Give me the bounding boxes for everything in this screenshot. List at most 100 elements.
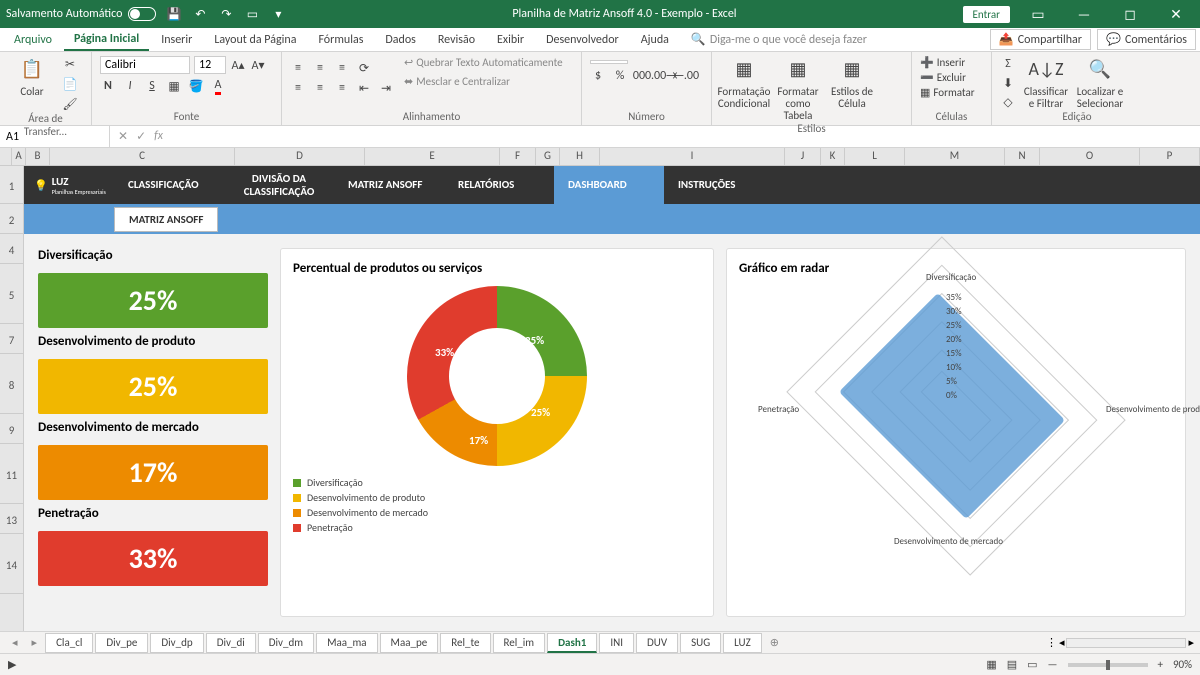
dashnav-item[interactable]: MATRIZ ANSOFF: [334, 166, 444, 204]
row-header[interactable]: 2: [0, 204, 23, 234]
row-header[interactable]: 1: [0, 166, 23, 204]
sheet-tab[interactable]: DUV: [636, 633, 678, 653]
worksheet-content[interactable]: 💡 LUZPlanilhas Empresariais CLASSIFICAÇÃ…: [24, 166, 1200, 631]
col-header[interactable]: I: [600, 148, 785, 165]
sort-filter-button[interactable]: A↓ZClassificar e Filtrar: [1022, 56, 1070, 110]
fill-color-icon[interactable]: 🪣: [188, 78, 204, 94]
name-box[interactable]: A1: [0, 126, 110, 147]
format-painter-icon[interactable]: 🖌: [62, 96, 78, 112]
row-header[interactable]: 5: [0, 264, 23, 324]
new-sheet-icon[interactable]: ⊕: [764, 636, 785, 649]
increase-decimal-icon[interactable]: .00→: [656, 68, 672, 84]
touch-icon[interactable]: ▭: [244, 6, 260, 22]
hscroll-left-icon[interactable]: ◂: [1059, 636, 1065, 649]
increase-indent-icon[interactable]: ⇥: [378, 80, 394, 96]
view-normal-icon[interactable]: ▦: [986, 658, 996, 671]
row-header[interactable]: 7: [0, 324, 23, 354]
menu-data[interactable]: Dados: [375, 30, 425, 50]
tab-nav-prev-icon[interactable]: ▸: [26, 636, 44, 649]
menu-help[interactable]: Ajuda: [631, 30, 679, 50]
merge-center-button[interactable]: ⬌ Mesclar e Centralizar: [404, 75, 563, 88]
sheet-tab[interactable]: Dash1: [547, 633, 597, 653]
align-middle-icon[interactable]: ≡: [312, 60, 328, 76]
fx-icon[interactable]: fx: [154, 129, 163, 144]
autosum-icon[interactable]: Σ: [1000, 56, 1016, 72]
clear-icon[interactable]: ◇: [1000, 94, 1016, 110]
menu-developer[interactable]: Desenvolvedor: [536, 30, 629, 50]
sheet-tab[interactable]: INI: [599, 633, 634, 653]
bold-icon[interactable]: N: [100, 78, 116, 94]
sheet-tab[interactable]: Rel_te: [440, 633, 490, 653]
format-table-button[interactable]: ▦Formatar como Tabela: [774, 56, 822, 122]
share-button[interactable]: 📤 Compartilhar: [990, 29, 1091, 50]
format-cells-button[interactable]: ▦ Formatar: [920, 86, 983, 99]
save-icon[interactable]: 💾: [166, 6, 182, 22]
menu-pagelayout[interactable]: Layout da Página: [204, 30, 306, 50]
tell-me-search[interactable]: 🔍 Diga-me o que você deseja fazer: [691, 32, 867, 47]
row-header[interactable]: 9: [0, 414, 23, 444]
conditional-formatting-button[interactable]: ▦Formatação Condicional: [720, 56, 768, 110]
align-bottom-icon[interactable]: ≡: [334, 60, 350, 76]
row-header[interactable]: 13: [0, 504, 23, 534]
menu-review[interactable]: Revisão: [428, 30, 485, 50]
dashnav-item[interactable]: DIVISÃO DA CLASSIFICAÇÃO: [224, 166, 334, 204]
redo-icon[interactable]: ↷: [218, 6, 234, 22]
col-header[interactable]: A: [12, 148, 26, 165]
decrease-indent-icon[interactable]: ⇤: [356, 80, 372, 96]
menu-file[interactable]: Arquivo: [4, 30, 62, 50]
close-icon[interactable]: ✕: [1158, 6, 1194, 23]
fill-icon[interactable]: ⬇: [1000, 75, 1016, 91]
dashnav-item[interactable]: INSTRUÇÕES: [664, 166, 774, 204]
hscroll-right-icon[interactable]: ▸: [1188, 636, 1194, 649]
cancel-formula-icon[interactable]: ✕: [118, 129, 128, 144]
font-size-select[interactable]: [194, 56, 226, 74]
row-header[interactable]: 11: [0, 444, 23, 504]
select-all-corner[interactable]: [0, 148, 12, 165]
menu-formulas[interactable]: Fórmulas: [308, 30, 373, 50]
tab-nav-first-icon[interactable]: ◂: [6, 636, 24, 649]
currency-icon[interactable]: $: [590, 68, 606, 84]
minimize-icon[interactable]: —: [1066, 6, 1102, 23]
menu-home[interactable]: Página Inicial: [64, 29, 149, 51]
col-header[interactable]: K: [821, 148, 845, 165]
menu-insert[interactable]: Inserir: [151, 30, 202, 50]
view-pagebreak-icon[interactable]: ▭: [1027, 658, 1037, 671]
comma-icon[interactable]: 000: [634, 68, 650, 84]
delete-cells-button[interactable]: ➖ Excluir: [920, 71, 983, 84]
col-header[interactable]: H: [560, 148, 600, 165]
decrease-decimal-icon[interactable]: ←.00: [678, 68, 694, 84]
col-header[interactable]: P: [1140, 148, 1200, 165]
sheet-tab[interactable]: SUG: [680, 633, 721, 653]
sheet-tab[interactable]: Div_dp: [150, 633, 203, 653]
col-header[interactable]: B: [26, 148, 50, 165]
zoom-in-icon[interactable]: +: [1158, 658, 1163, 671]
enter-formula-icon[interactable]: ✓: [136, 129, 146, 144]
row-header[interactable]: 14: [0, 534, 23, 594]
underline-icon[interactable]: S: [144, 78, 160, 94]
zoom-slider[interactable]: [1068, 663, 1148, 667]
tab-split-icon[interactable]: ⋮: [1046, 636, 1057, 649]
number-format-select[interactable]: [590, 60, 628, 64]
find-select-button[interactable]: 🔍Localizar e Selecionar: [1076, 56, 1124, 110]
col-header[interactable]: G: [536, 148, 560, 165]
insert-cells-button[interactable]: ➕ Inserir: [920, 56, 983, 69]
col-header[interactable]: N: [1005, 148, 1040, 165]
sheet-tab[interactable]: Div_pe: [95, 633, 148, 653]
align-top-icon[interactable]: ≡: [290, 60, 306, 76]
col-header[interactable]: C: [50, 148, 235, 165]
ribbon-options-icon[interactable]: ▭: [1020, 6, 1056, 23]
row-header[interactable]: 4: [0, 234, 23, 264]
orientation-icon[interactable]: ⟳: [356, 60, 372, 76]
sheet-tab[interactable]: Cla_cl: [45, 633, 93, 653]
col-header[interactable]: E: [365, 148, 500, 165]
cut-icon[interactable]: ✂: [62, 56, 78, 72]
dashnav-item[interactable]: RELATÓRIOS: [444, 166, 554, 204]
horizontal-scrollbar[interactable]: [1066, 638, 1186, 648]
comments-button[interactable]: 💬 Comentários: [1097, 29, 1196, 50]
wrap-text-button[interactable]: ↩ Quebrar Texto Automaticamente: [404, 56, 563, 69]
dashnav-item[interactable]: CLASSIFICAÇÃO: [114, 166, 224, 204]
menu-view[interactable]: Exibir: [487, 30, 534, 50]
maximize-icon[interactable]: ◻: [1112, 6, 1148, 23]
col-header[interactable]: J: [785, 148, 821, 165]
copy-icon[interactable]: 📄: [62, 76, 78, 92]
